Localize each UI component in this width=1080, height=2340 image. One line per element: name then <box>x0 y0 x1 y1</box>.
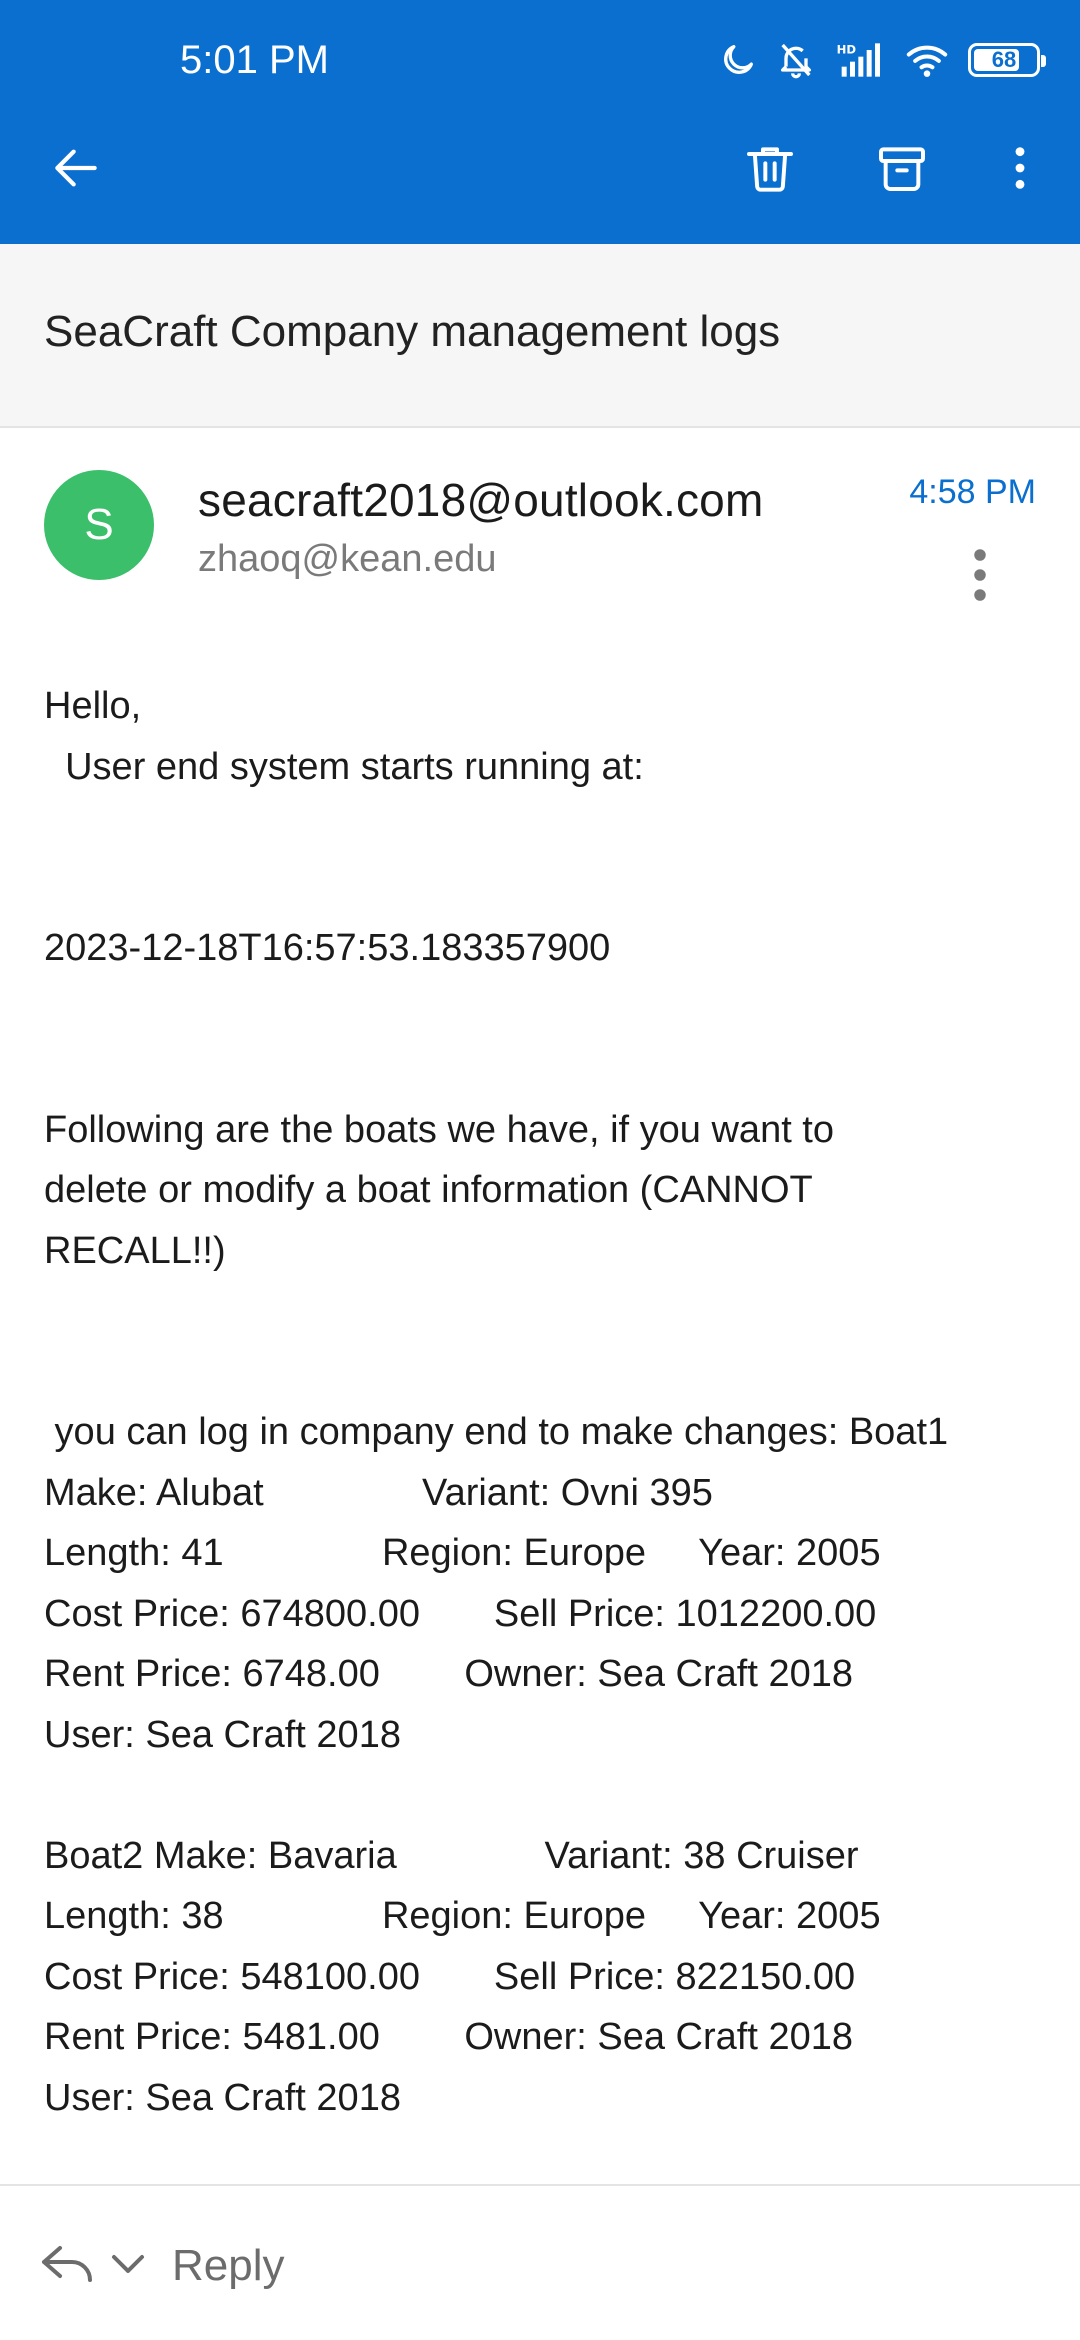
message-more-button[interactable] <box>958 530 1002 620</box>
message-body-line: 2023-12-18T16:57:53.183357900 <box>44 927 611 969</box>
message-time: 4:58 PM <box>909 473 1036 511</box>
delete-button[interactable] <box>730 128 810 208</box>
message-body-line <box>44 1765 1054 1826</box>
battery-level-text: 68 <box>991 47 1017 72</box>
message-body-line: User: Sea Craft 2018 <box>44 1713 401 1756</box>
message-body-line <box>44 858 1054 919</box>
bell-off-icon <box>776 40 816 80</box>
trash-icon <box>747 147 793 192</box>
message-body-line: you can log in company end to make chang… <box>44 1411 949 1453</box>
message-body-line: Length: 41 Region: Europe Year: 2005 <box>44 1532 881 1574</box>
message-body-line: User: Sea Craft 2018 <box>44 2076 401 2119</box>
message-body-line <box>44 797 1054 858</box>
battery-icon: 68 <box>968 43 1046 77</box>
reply-bar: Reply <box>0 2184 1080 2340</box>
more-options-button[interactable] <box>980 128 1060 208</box>
message-body-line <box>44 1281 1054 1342</box>
arrow-left-icon <box>55 149 97 187</box>
message-body-line <box>44 979 1054 1040</box>
message-body-line: Rent Price: 5481.00 Owner: Sea Craft 201… <box>44 2016 853 2058</box>
svg-text:HD: HD <box>837 42 857 56</box>
status-bar-time: 5:01 PM <box>180 38 329 82</box>
message-body-line: Following are the boats we have, if you … <box>44 1108 835 1151</box>
message-body: Hello, User end system starts running at… <box>44 676 1054 2128</box>
message-header[interactable]: S seacraft2018@outlook.com zhaoq@kean.ed… <box>0 430 1080 630</box>
reply-icon[interactable] <box>38 2242 98 2286</box>
sender-email[interactable]: seacraft2018@outlook.com <box>198 470 763 530</box>
message-body-line: RECALL!!) <box>44 1229 226 1272</box>
more-vertical-icon <box>1015 147 1025 189</box>
message-body-line: delete or modify a boat information (CAN… <box>44 1169 813 1211</box>
message-body-line: Boat2 Make: Bavaria Variant: 38 Cruiser <box>44 1834 859 1877</box>
message-body-line: User end system starts running at: <box>44 745 644 788</box>
back-button[interactable] <box>36 128 116 208</box>
message-body-line: Length: 38 Region: Europe Year: 2005 <box>44 1895 881 1937</box>
message-body-line <box>44 1039 1054 1100</box>
app-header: 5:01 PM HD 68 <box>0 0 1080 244</box>
reply-button[interactable]: Reply <box>172 2238 285 2294</box>
subject-bar: SeaCraft Company management logs <box>0 244 1080 428</box>
chevron-down-icon[interactable] <box>108 2248 148 2278</box>
wifi-icon <box>904 40 950 80</box>
moon-icon <box>718 40 758 80</box>
hd-signal-icon: HD <box>834 40 886 80</box>
more-vertical-icon <box>974 549 986 601</box>
recipient-email[interactable]: zhaoq@kean.edu <box>198 534 496 584</box>
message-body-line: Cost Price: 674800.00 Sell Price: 101220… <box>44 1592 877 1635</box>
message-body-line: Hello, <box>44 685 142 727</box>
message-body-line: Rent Price: 6748.00 Owner: Sea Craft 201… <box>44 1653 853 1695</box>
archive-button[interactable] <box>862 128 942 208</box>
email-subject: SeaCraft Company management logs <box>44 307 781 356</box>
message-body-line <box>44 1342 1054 1403</box>
sender-avatar[interactable]: S <box>44 470 154 580</box>
message-body-line: Cost Price: 548100.00 Sell Price: 822150… <box>44 1955 856 1998</box>
status-bar-icons: HD 68 <box>718 36 1046 84</box>
message-body-line: Make: Alubat Variant: Ovni 395 <box>44 1471 713 1514</box>
archive-icon <box>879 147 925 191</box>
